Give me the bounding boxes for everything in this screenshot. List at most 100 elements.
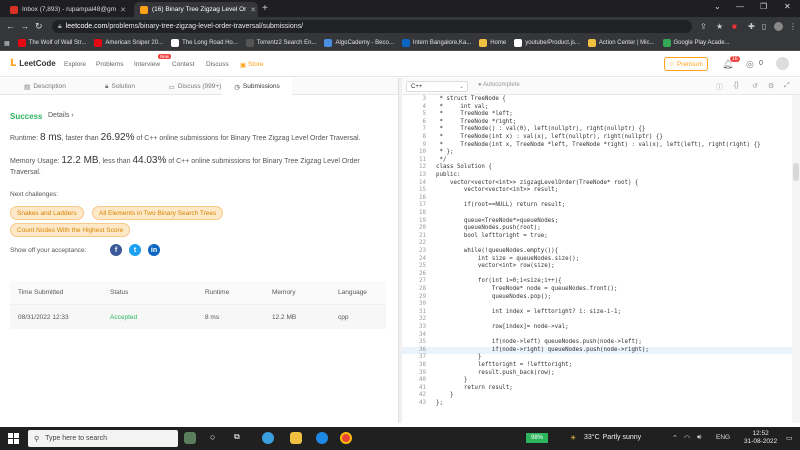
code-line[interactable]: 38 lefttoright = !lefttoright; bbox=[402, 362, 798, 370]
nav-contest[interactable]: Contest bbox=[172, 61, 194, 68]
taskbar-clock[interactable]: 12:52 31-08-2022 bbox=[744, 430, 777, 446]
status-accepted-link[interactable]: Accepted bbox=[110, 314, 205, 321]
back-icon[interactable]: ← bbox=[6, 21, 15, 31]
tab-submissions[interactable]: ◷ Submissions bbox=[222, 78, 292, 95]
chevron-up-icon[interactable]: ⌃ bbox=[672, 434, 678, 442]
challenge-chip[interactable]: Snakes and Ladders bbox=[10, 206, 84, 220]
code-line[interactable]: 22 bbox=[402, 240, 798, 248]
reload-icon[interactable]: ↻ bbox=[35, 21, 43, 32]
code-line[interactable]: 36 if(node->right) queueNodes.push(node-… bbox=[402, 346, 798, 355]
code-line[interactable]: 8 * TreeNode(int x) : val(x), left(nullp… bbox=[402, 134, 798, 142]
code-line[interactable]: 21 bool lefttoright = true; bbox=[402, 233, 798, 241]
leetcode-logo[interactable]: ᒪ LeetCode bbox=[10, 58, 56, 69]
battery-indicator[interactable]: 98% bbox=[526, 433, 548, 443]
challenge-chip[interactable]: All Elements in Two Binary Search Trees bbox=[92, 206, 224, 220]
reset-icon[interactable]: ↺ bbox=[752, 82, 758, 90]
code-line[interactable]: 16 bbox=[402, 195, 798, 203]
windows-start-icon[interactable] bbox=[8, 433, 19, 444]
table-row[interactable]: 08/31/2022 12:33 Accepted 8 ms 12.2 MB c… bbox=[10, 305, 386, 329]
braces-icon[interactable]: {} bbox=[734, 82, 739, 89]
bookmark-item[interactable]: The Long Road Ho... bbox=[171, 39, 238, 47]
close-icon[interactable]: ✕ bbox=[120, 6, 126, 14]
settings-icon[interactable]: ⚙ bbox=[768, 82, 774, 90]
puzzle-icon[interactable]: ✚ bbox=[748, 22, 755, 31]
weather-widget[interactable]: 33°C Partly sunny bbox=[584, 434, 641, 441]
app-icon[interactable] bbox=[262, 432, 274, 444]
code-line[interactable]: 11 */ bbox=[402, 157, 798, 165]
code-line[interactable]: 35 if(node->left) queueNodes.push(node->… bbox=[402, 339, 798, 347]
nav-problems[interactable]: Problems bbox=[96, 61, 123, 68]
url-input[interactable]: 🔒︎ leetcode.com/problems/binary-tree-zig… bbox=[52, 20, 692, 33]
bookmark-item[interactable]: Torrentz2 Search En... bbox=[245, 39, 316, 47]
code-line[interactable]: 24 int size = queueNodes.size(); bbox=[402, 256, 798, 264]
code-line[interactable]: 3 * struct TreeNode { bbox=[402, 96, 798, 104]
tab-solution[interactable]: 🔒︎ Solution bbox=[90, 78, 150, 95]
code-line[interactable]: 15 vector<vector<int>> result; bbox=[402, 187, 798, 195]
code-line[interactable]: 32 bbox=[402, 316, 798, 324]
share-icon[interactable]: ⇪ bbox=[700, 22, 707, 31]
tab-search-icon[interactable]: ⌄ bbox=[714, 2, 721, 11]
editor-scrollbar[interactable] bbox=[792, 95, 800, 423]
forward-icon[interactable]: → bbox=[20, 21, 29, 31]
code-line[interactable]: 6 * TreeNode *right; bbox=[402, 119, 798, 127]
code-line[interactable]: 27 for(int i=0;i<size;i++){ bbox=[402, 278, 798, 286]
code-line[interactable]: 37 } bbox=[402, 354, 798, 362]
code-editor[interactable]: 3 * struct TreeNode {4 * int val; 5 * Tre… bbox=[402, 95, 800, 423]
code-line[interactable]: 43}; bbox=[402, 400, 798, 408]
window-close-icon[interactable]: ✕ bbox=[784, 2, 791, 11]
bookmark-item[interactable]: Action Center | Mic... bbox=[587, 39, 655, 47]
code-line[interactable]: 30 bbox=[402, 301, 798, 309]
bookmark-item[interactable]: Home bbox=[479, 39, 506, 47]
code-line[interactable]: 33 row[index]= node->val; bbox=[402, 324, 798, 332]
minimize-icon[interactable]: — bbox=[736, 2, 744, 11]
language-indicator[interactable]: ENG bbox=[716, 434, 730, 441]
code-line[interactable]: 39 result.push_back(row); bbox=[402, 370, 798, 378]
fullscreen-icon[interactable]: ⤢ bbox=[784, 82, 790, 90]
linkedin-icon[interactable]: in bbox=[148, 244, 160, 256]
code-line[interactable]: 5 * TreeNode *left; bbox=[402, 111, 798, 119]
info-icon[interactable]: ⓘ bbox=[716, 82, 723, 92]
code-line[interactable]: 12 class Solution { bbox=[402, 164, 798, 172]
language-select[interactable]: C++ ⌄ bbox=[406, 81, 468, 92]
chrome-icon[interactable] bbox=[340, 432, 352, 444]
code-line[interactable]: 17 if(root==NULL) return result; bbox=[402, 202, 798, 210]
menu-icon[interactable]: ⋮ bbox=[789, 22, 797, 31]
nav-discuss[interactable]: Discuss bbox=[206, 61, 229, 68]
app-character-icon[interactable] bbox=[184, 432, 196, 444]
code-line[interactable]: 13 public: bbox=[402, 172, 798, 180]
code-line[interactable]: 34 bbox=[402, 332, 798, 340]
user-avatar[interactable] bbox=[776, 57, 789, 70]
tab-description[interactable]: ▤ Description bbox=[0, 78, 90, 95]
taskbar-search-input[interactable]: ⚲ Type here to search bbox=[28, 430, 178, 447]
code-line[interactable]: 25 vector<int> row(size); bbox=[402, 263, 798, 271]
bookmark-item[interactable]: The Wolf of Wall Str... bbox=[17, 39, 86, 47]
bookmark-item[interactable]: Intern Bangalore,Ka... bbox=[401, 39, 471, 47]
notification-center-icon[interactable]: ▭ bbox=[786, 434, 793, 442]
new-tab-button[interactable]: + bbox=[262, 3, 268, 14]
code-line[interactable]: 20 queueNodes.push(root); bbox=[402, 225, 798, 233]
nav-interview[interactable]: Interview bbox=[134, 61, 160, 68]
bookmark-item[interactable]: AlgoCademy - Beco... bbox=[324, 39, 394, 47]
bookmark-item[interactable]: youtube/Product.js... bbox=[514, 39, 580, 47]
edge-icon[interactable] bbox=[316, 432, 328, 444]
code-line[interactable]: 41 return result; bbox=[402, 385, 798, 393]
volume-icon[interactable]: 🔊︎ bbox=[697, 434, 701, 442]
close-icon[interactable]: ✕ bbox=[250, 6, 256, 14]
twitter-icon[interactable]: t bbox=[129, 244, 141, 256]
facebook-icon[interactable]: f bbox=[110, 244, 122, 256]
bookmark-star-icon[interactable]: ★ bbox=[716, 22, 723, 31]
challenge-chip[interactable]: Count Nodes With the Highest Score bbox=[10, 223, 131, 237]
bookmark-item[interactable]: American Sniper 20... bbox=[94, 39, 163, 47]
code-line[interactable]: 9 * TreeNode(int x, TreeNode *left, Tree… bbox=[402, 142, 798, 150]
task-view-icon[interactable]: ⧉ bbox=[234, 432, 246, 444]
code-line[interactable]: 23 while(!queueNodes.empty()){ bbox=[402, 248, 798, 256]
code-line[interactable]: 26 bbox=[402, 271, 798, 279]
wifi-icon[interactable]: ◠ bbox=[684, 434, 690, 442]
browser-tab-leetcode[interactable]: (16) Binary Tree Zigzag Level Or ✕ bbox=[134, 2, 258, 17]
apps-icon[interactable]: ▦ bbox=[4, 40, 10, 47]
code-line[interactable]: 42 } bbox=[402, 392, 798, 400]
profile-avatar[interactable] bbox=[774, 22, 783, 31]
autocomplete-toggle[interactable]: ● Autocomplete bbox=[478, 82, 520, 88]
code-line[interactable]: 31 int index = lefttoright? i: size-i-1; bbox=[402, 309, 798, 317]
code-line[interactable]: 14 vector<vector<int>> zigzagLevelOrder(… bbox=[402, 180, 798, 188]
